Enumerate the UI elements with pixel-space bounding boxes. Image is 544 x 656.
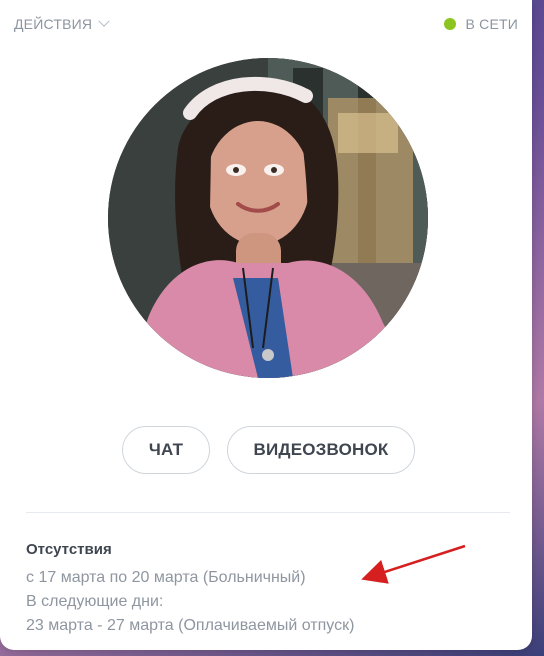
chevron-down-icon [98,15,110,27]
actions-label: ДЕЙСТВИЯ [14,16,93,32]
absence-line-3: 23 марта - 27 марта (Оплачиваемый отпуск… [26,617,355,634]
video-call-button-label: ВИДЕОЗВОНОК [253,440,389,459]
absences-title: Отсутствия [26,541,112,558]
video-call-button[interactable]: ВИДЕОЗВОНОК [227,426,415,474]
avatar [108,58,428,378]
absences-section: Отсутствия с 17 марта по 20 марта (Больн… [26,538,496,638]
absence-line-2: В следующие дни: [26,593,164,610]
divider [26,512,510,513]
presence-status: В СЕТИ [443,16,519,32]
chat-button-label: ЧАТ [148,440,184,459]
avatar-image [108,58,428,378]
status-label: В СЕТИ [465,16,518,32]
absence-line-1: с 17 марта по 20 марта (Больничный) [26,569,306,586]
online-status-dot-icon [443,18,456,30]
profile-card: ДЕЙСТВИЯ В СЕТИ ЧАТ ВИДЕОЗВОНОК Отсутств… [0,0,532,650]
actions-dropdown[interactable]: ДЕЙСТВИЯ [14,15,110,32]
chat-button[interactable]: ЧАТ [122,426,210,474]
